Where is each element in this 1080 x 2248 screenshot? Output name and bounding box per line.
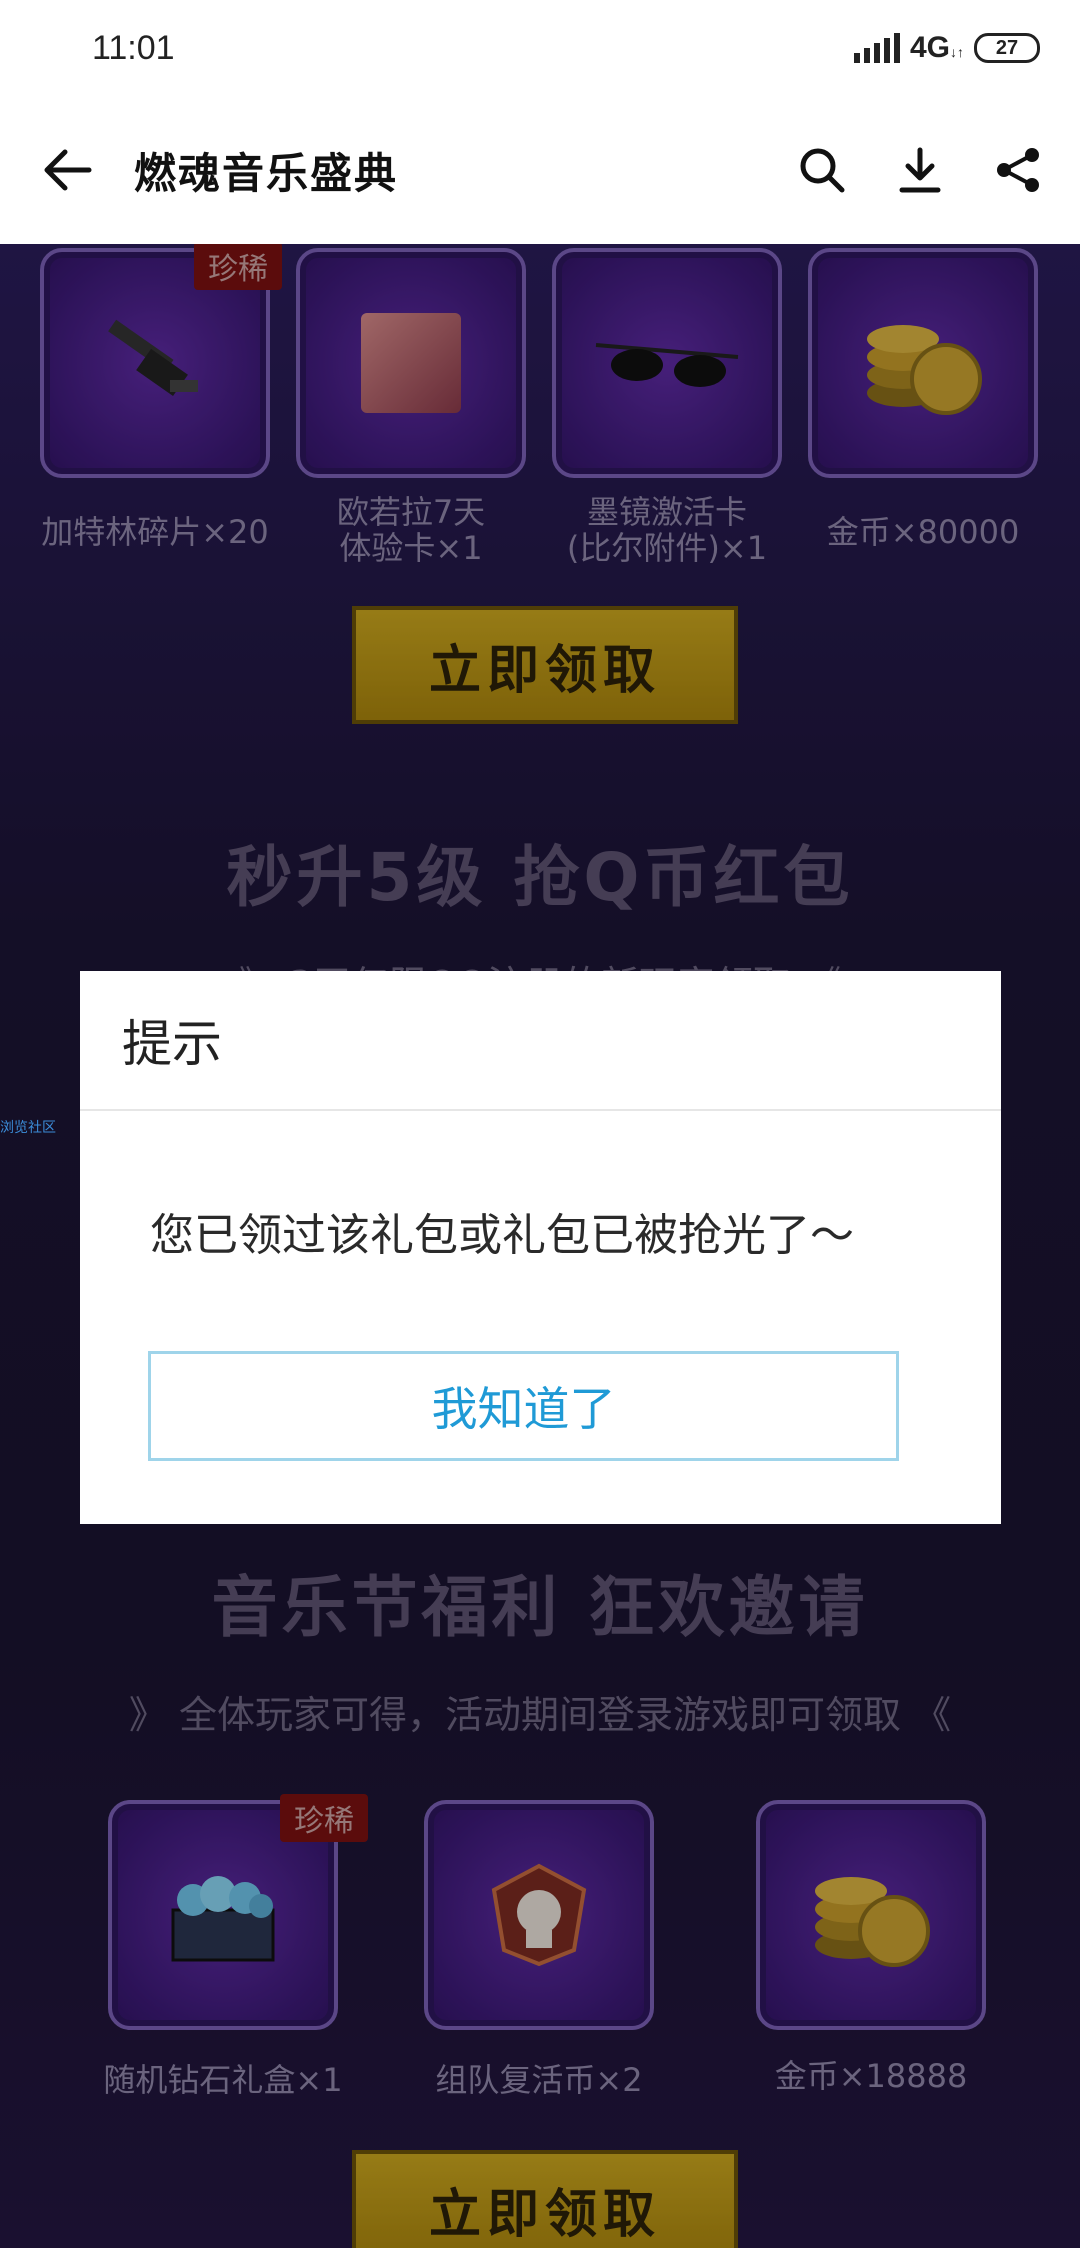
app-toolbar: 燃魂音乐盛典 [0,96,1080,244]
alert-dialog: 提示 您已领过该礼包或礼包已被抢光了～ 我知道了 [80,971,1001,1524]
signal-icon [853,33,900,63]
search-icon[interactable] [790,138,854,202]
download-icon[interactable] [888,138,952,202]
status-bar: 11:01 4G↓↑ 27 [0,0,1080,96]
share-icon[interactable] [986,138,1050,202]
battery-level: 27 [995,36,1019,59]
status-indicators: 4G↓↑ 27 [853,31,1040,65]
acknowledge-button[interactable]: 我知道了 [148,1351,899,1461]
page-title: 燃魂音乐盛典 [134,148,399,198]
status-time: 11:01 [92,28,175,67]
back-arrow-icon[interactable] [36,138,100,202]
dialog-title: 提示 [80,971,1001,1111]
side-community-link[interactable]: 浏览社区 [0,1117,56,1137]
dialog-message: 您已领过该礼包或礼包已被抢光了～ [150,1210,854,1261]
battery-icon: 27 [974,33,1040,63]
network-type: 4G↓↑ [909,31,964,64]
